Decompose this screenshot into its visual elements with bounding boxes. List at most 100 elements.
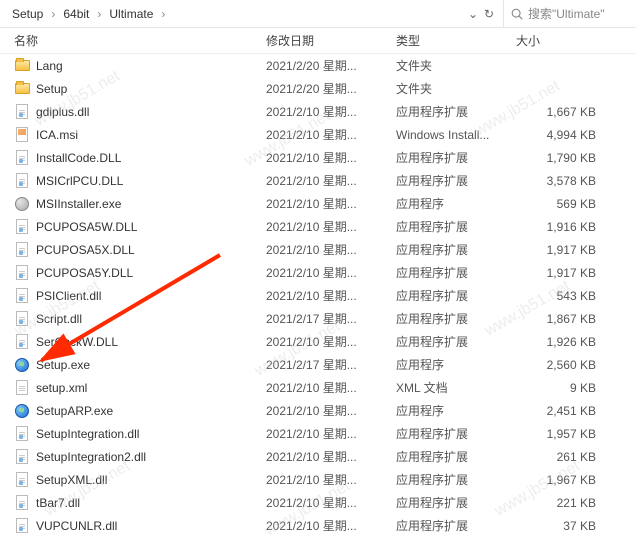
dll-icon [14, 242, 30, 258]
file-date-cell: 2021/2/10 星期... [260, 172, 390, 189]
file-date-cell: 2021/2/10 星期... [260, 471, 390, 488]
chevron-right-icon[interactable]: › [159, 7, 167, 21]
folder-icon [14, 58, 30, 74]
file-name-cell[interactable]: InstallCode.DLL [0, 150, 260, 166]
column-header-size[interactable]: 大小 [510, 32, 610, 49]
file-row[interactable]: SetupXML.dll2021/2/10 星期...应用程序扩展1,967 K… [0, 468, 636, 491]
search-input[interactable]: 搜索"Ultimate" [504, 0, 636, 27]
dll-icon [14, 311, 30, 327]
file-name-cell[interactable]: Lang [0, 58, 260, 74]
chevron-right-icon[interactable]: › [49, 7, 57, 21]
file-size-cell: 1,667 KB [510, 105, 610, 119]
file-name-cell[interactable]: gdiplus.dll [0, 104, 260, 120]
column-header-date[interactable]: 修改日期 [260, 32, 390, 49]
file-row[interactable]: MSIInstaller.exe2021/2/10 星期...应用程序569 K… [0, 192, 636, 215]
file-size-cell: 569 KB [510, 197, 610, 211]
file-size-cell: 1,967 KB [510, 473, 610, 487]
file-date-cell: 2021/2/10 星期... [260, 218, 390, 235]
file-row[interactable]: SerChckW.DLL2021/2/10 星期...应用程序扩展1,926 K… [0, 330, 636, 353]
xml-icon [14, 380, 30, 396]
file-size-cell: 221 KB [510, 496, 610, 510]
file-row[interactable]: SetupARP.exe2021/2/10 星期...应用程序2,451 KB [0, 399, 636, 422]
file-type-cell: 应用程序扩展 [390, 310, 510, 327]
file-name-cell[interactable]: SetupIntegration.dll [0, 426, 260, 442]
file-row[interactable]: Setup2021/2/20 星期...文件夹 [0, 77, 636, 100]
file-date-cell: 2021/2/17 星期... [260, 310, 390, 327]
file-row[interactable]: Setup.exe2021/2/17 星期...应用程序2,560 KB [0, 353, 636, 376]
breadcrumb-item[interactable]: Ultimate [103, 7, 159, 21]
search-icon [510, 7, 524, 21]
file-name-cell[interactable]: Setup.exe [0, 357, 260, 373]
file-name-cell[interactable]: PCUPOSA5Y.DLL [0, 265, 260, 281]
file-name-cell[interactable]: SetupXML.dll [0, 472, 260, 488]
file-name-cell[interactable]: Script.dll [0, 311, 260, 327]
file-size-cell: 9 KB [510, 381, 610, 395]
file-size-cell: 1,916 KB [510, 220, 610, 234]
file-row[interactable]: Lang2021/2/20 星期...文件夹 [0, 54, 636, 77]
file-list[interactable]: Lang2021/2/20 星期...文件夹Setup2021/2/20 星期.… [0, 54, 636, 533]
dll-icon [14, 518, 30, 534]
dll-icon [14, 265, 30, 281]
file-name-label: MSIInstaller.exe [36, 197, 121, 211]
file-name-label: Setup.exe [36, 358, 90, 372]
file-name-label: MSICrlPCU.DLL [36, 174, 123, 188]
file-row[interactable]: tBar7.dll2021/2/10 星期...应用程序扩展221 KB [0, 491, 636, 514]
file-name-label: PCUPOSA5W.DLL [36, 220, 137, 234]
file-type-cell: 应用程序扩展 [390, 494, 510, 511]
file-name-cell[interactable]: MSIInstaller.exe [0, 196, 260, 212]
file-row[interactable]: gdiplus.dll2021/2/10 星期...应用程序扩展1,667 KB [0, 100, 636, 123]
file-row[interactable]: PCUPOSA5W.DLL2021/2/10 星期...应用程序扩展1,916 … [0, 215, 636, 238]
file-size-cell: 1,926 KB [510, 335, 610, 349]
file-row[interactable]: ICA.msi2021/2/10 星期...Windows Install...… [0, 123, 636, 146]
column-header-name[interactable]: 名称 [0, 32, 260, 49]
breadcrumb[interactable]: Setup › 64bit › Ultimate › ⌄ ↻ [0, 0, 504, 27]
file-date-cell: 2021/2/20 星期... [260, 57, 390, 74]
file-name-cell[interactable]: PCUPOSA5X.DLL [0, 242, 260, 258]
file-name-cell[interactable]: SetupARP.exe [0, 403, 260, 419]
file-row[interactable]: PCUPOSA5Y.DLL2021/2/10 星期...应用程序扩展1,917 … [0, 261, 636, 284]
file-name-cell[interactable]: SetupIntegration2.dll [0, 449, 260, 465]
breadcrumb-item[interactable]: Setup [6, 7, 49, 21]
file-row[interactable]: InstallCode.DLL2021/2/10 星期...应用程序扩展1,79… [0, 146, 636, 169]
column-header-type[interactable]: 类型 [390, 32, 510, 49]
refresh-icon[interactable]: ↻ [481, 7, 497, 21]
file-name-cell[interactable]: PSIClient.dll [0, 288, 260, 304]
file-date-cell: 2021/2/10 星期... [260, 517, 390, 533]
file-name-label: Script.dll [36, 312, 82, 326]
chevron-down-icon[interactable]: ⌄ [465, 7, 481, 21]
dll-icon [14, 426, 30, 442]
file-date-cell: 2021/2/10 星期... [260, 494, 390, 511]
breadcrumb-item[interactable]: 64bit [57, 7, 95, 21]
file-date-cell: 2021/2/10 星期... [260, 149, 390, 166]
file-row[interactable]: SetupIntegration2.dll2021/2/10 星期...应用程序… [0, 445, 636, 468]
file-date-cell: 2021/2/10 星期... [260, 379, 390, 396]
file-name-cell[interactable]: Setup [0, 81, 260, 97]
file-name-label: Setup [36, 82, 67, 96]
file-row[interactable]: setup.xml2021/2/10 星期...XML 文档9 KB [0, 376, 636, 399]
file-row[interactable]: PSIClient.dll2021/2/10 星期...应用程序扩展543 KB [0, 284, 636, 307]
file-date-cell: 2021/2/10 星期... [260, 448, 390, 465]
file-row[interactable]: PCUPOSA5X.DLL2021/2/10 星期...应用程序扩展1,917 … [0, 238, 636, 261]
exe-icon [14, 196, 30, 212]
file-name-cell[interactable]: tBar7.dll [0, 495, 260, 511]
file-row[interactable]: SetupIntegration.dll2021/2/10 星期...应用程序扩… [0, 422, 636, 445]
file-name-cell[interactable]: setup.xml [0, 380, 260, 396]
file-row[interactable]: MSICrlPCU.DLL2021/2/10 星期...应用程序扩展3,578 … [0, 169, 636, 192]
file-name-cell[interactable]: SerChckW.DLL [0, 334, 260, 350]
file-name-label: SetupIntegration2.dll [36, 450, 146, 464]
file-name-cell[interactable]: PCUPOSA5W.DLL [0, 219, 260, 235]
file-type-cell: 文件夹 [390, 57, 510, 74]
file-name-cell[interactable]: ICA.msi [0, 127, 260, 143]
file-date-cell: 2021/2/10 星期... [260, 402, 390, 419]
file-type-cell: Windows Install... [390, 128, 510, 142]
file-date-cell: 2021/2/10 星期... [260, 195, 390, 212]
file-row[interactable]: VUPCUNLR.dll2021/2/10 星期...应用程序扩展37 KB [0, 514, 636, 533]
folder-icon [14, 81, 30, 97]
file-row[interactable]: Script.dll2021/2/17 星期...应用程序扩展1,867 KB [0, 307, 636, 330]
file-date-cell: 2021/2/10 星期... [260, 425, 390, 442]
file-size-cell: 37 KB [510, 519, 610, 533]
file-name-cell[interactable]: MSICrlPCU.DLL [0, 173, 260, 189]
chevron-right-icon[interactable]: › [95, 7, 103, 21]
file-name-cell[interactable]: VUPCUNLR.dll [0, 518, 260, 534]
file-size-cell: 1,790 KB [510, 151, 610, 165]
